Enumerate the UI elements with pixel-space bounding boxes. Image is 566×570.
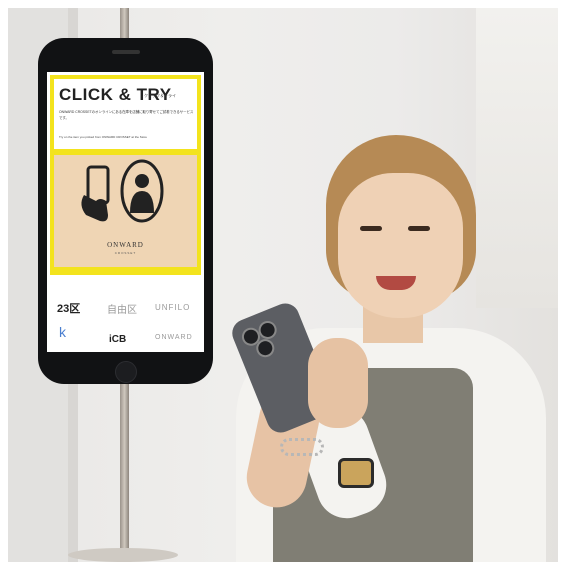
- card-header: CLICK & TRY クリック＆トライ ONWARD CROSSETのオンライ…: [54, 79, 197, 149]
- wristwatch: [338, 458, 374, 488]
- phone-speaker: [112, 50, 140, 54]
- phone-screen: CLICK & TRY クリック＆トライ ONWARD CROSSETのオンライ…: [47, 72, 204, 352]
- description-en: Try on the item you picked from ONWARD C…: [59, 135, 147, 139]
- try-on-illustration: ONWARD CROSSET: [54, 155, 197, 267]
- hand: [308, 338, 368, 428]
- display-stand-base: [68, 548, 178, 562]
- brand-logo: 23区: [57, 303, 81, 315]
- smiling-face: [338, 173, 463, 318]
- phone-graphic: CLICK & TRY クリック＆トライ ONWARD CROSSETのオンライ…: [38, 38, 213, 384]
- screen-subtitle: クリック＆トライ: [144, 93, 176, 98]
- brand-k-logo: k: [59, 324, 66, 340]
- brand-logo: ONWARD: [155, 334, 193, 341]
- brand-logo: 自由区: [107, 305, 137, 316]
- wall-panel-right: [476, 8, 558, 308]
- onward-logo: ONWARD: [107, 241, 144, 249]
- chain-bracelet: [280, 438, 324, 456]
- description-jp: ONWARD CROSSETのオンラインにある在庫を店舗に取り寄せてご試着できる…: [59, 110, 194, 120]
- crosset-logo: CROSSET: [114, 251, 137, 255]
- brand-logo: iCB: [109, 334, 127, 345]
- brand-logo: UNFILO: [155, 303, 191, 312]
- right-eye: [408, 226, 430, 231]
- click-and-try-card: CLICK & TRY クリック＆トライ ONWARD CROSSETのオンライ…: [50, 75, 201, 275]
- left-eye: [360, 226, 382, 231]
- photo-frame: CLICK & TRY クリック＆トライ ONWARD CROSSETのオンライ…: [8, 8, 558, 562]
- home-button: [115, 361, 137, 383]
